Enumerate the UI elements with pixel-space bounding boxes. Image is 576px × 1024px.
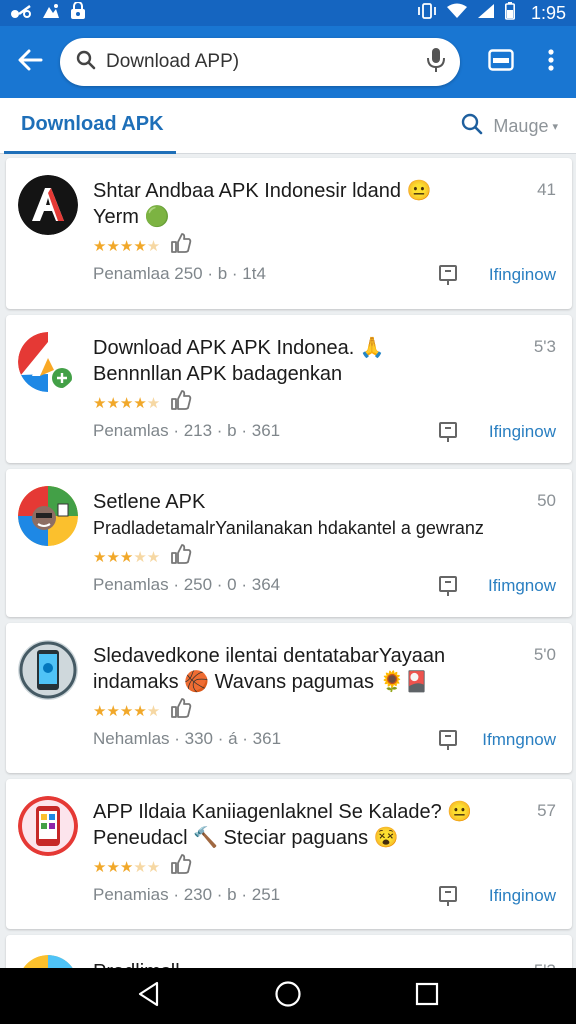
card-button[interactable] [478,39,524,85]
signal-icon [477,3,495,24]
thumbs-up-icon[interactable] [170,389,192,416]
app-meta: Penamias · 230 · b · 251 [93,885,281,904]
install-link[interactable]: Ifinginow [489,886,556,906]
sort-dropdown[interactable]: Mauge ▾ [461,98,558,154]
nav-home-icon [274,980,302,1013]
app-meta: Nehamlas · 330 · á · 361 [93,729,282,748]
rating-stars: ★★★★★ [93,394,161,412]
list-item[interactable]: Shtar Andbaa APK Indonesir ldand 😐 Yerm … [6,158,572,309]
phone-apps-icon [18,796,78,856]
search-input[interactable] [106,51,426,73]
navigation-bar [0,968,576,1024]
list-item[interactable]: Setlene APK PradladetamalrYanilanakan hd… [6,469,572,617]
phone-device-icon [18,640,78,700]
search-icon[interactable] [461,113,483,140]
status-time: 1:95 [530,2,566,23]
search-icon [76,50,96,75]
wifi-icon [446,3,467,24]
search-box[interactable] [60,38,460,86]
chevron-down-icon: ▾ [552,120,558,133]
download-count: 41 [537,180,556,199]
bookmark-icon[interactable] [438,729,460,751]
multicolor-a-icon [18,332,78,392]
download-count: 57 [537,801,556,820]
thumbs-up-icon[interactable] [170,853,192,880]
app-meta: Penamlas · 213 · b · 361 [93,421,281,440]
nav-back-button[interactable] [129,976,169,1016]
download-count: 5'0 [533,645,556,664]
bookmark-icon[interactable] [438,421,460,443]
rating-stars: ★★★★★ [93,237,161,255]
bookmark-icon[interactable] [438,264,460,286]
app-title: Download APK APK Indonea. 🙏 Bennnllan AP… [93,337,385,385]
image-icon [42,3,60,24]
nav-recents-icon [415,982,439,1011]
nav-home-button[interactable] [268,976,308,1016]
thumbs-up-icon[interactable] [170,543,192,570]
microphone-icon[interactable] [426,47,446,78]
list-item[interactable]: Download APK APK Indonea. 🙏 Bennnllan AP… [6,315,572,463]
back-button[interactable] [0,26,60,98]
app-title: APP Ildaia Kaniiagenlaknel Se Kalade? 😐 … [93,801,473,849]
status-bar: 1:95 [0,0,576,26]
list-item[interactable]: APP Ildaia Kaniiagenlaknel Se Kalade? 😐 … [6,779,572,929]
nav-back-icon [137,981,161,1012]
download-count: 50 [537,491,556,510]
app-title: Sledavedkone ilentai dentatabarYayaan in… [93,645,446,693]
notification-icon [10,3,32,24]
install-link[interactable]: Ifimgnow [488,576,556,596]
bookmark-icon[interactable] [438,885,460,907]
rating-stars: ★★★★★ [93,548,161,566]
vibrate-icon [417,2,437,24]
app-meta: Penamlas · 250 · 0 · 364 [93,575,281,594]
more-options-button[interactable] [528,39,574,85]
lock-icon [70,0,86,25]
install-link[interactable]: Ifinginow [489,422,556,442]
thumbs-up-icon[interactable] [170,697,192,724]
thumbs-up-icon[interactable] [170,232,192,259]
more-vert-icon [548,48,554,76]
letter-a-red-icon [18,175,78,235]
tab-strip: Download APK Mauge ▾ [0,98,576,154]
install-link[interactable]: Ifinginow [489,265,556,285]
app-title: Shtar Andbaa APK Indonesir ldand 😐 Yerm … [93,180,432,228]
app-meta: Penamlaa 250 · b · 1t4 [93,264,266,283]
app-bar [0,26,576,98]
tab-download-apk[interactable]: Download APK [4,98,176,154]
rating-stars: ★★★★★ [93,858,161,876]
arrow-left-icon [17,49,43,76]
nav-recents-button[interactable] [407,976,447,1016]
sort-label: Mauge [493,115,549,136]
battery-icon [504,1,515,25]
bookmark-icon[interactable] [438,575,460,597]
colorful-character-icon [18,486,78,546]
card-icon [488,48,514,76]
list-item[interactable]: Sledavedkone ilentai dentatabarYayaan in… [6,623,572,773]
app-title: Setlene APK PradladetamalrYanilanakan hd… [93,491,484,538]
download-count: 5'3 [533,337,556,356]
rating-stars: ★★★★★ [93,702,161,720]
install-link[interactable]: Ifmngnow [482,730,556,750]
